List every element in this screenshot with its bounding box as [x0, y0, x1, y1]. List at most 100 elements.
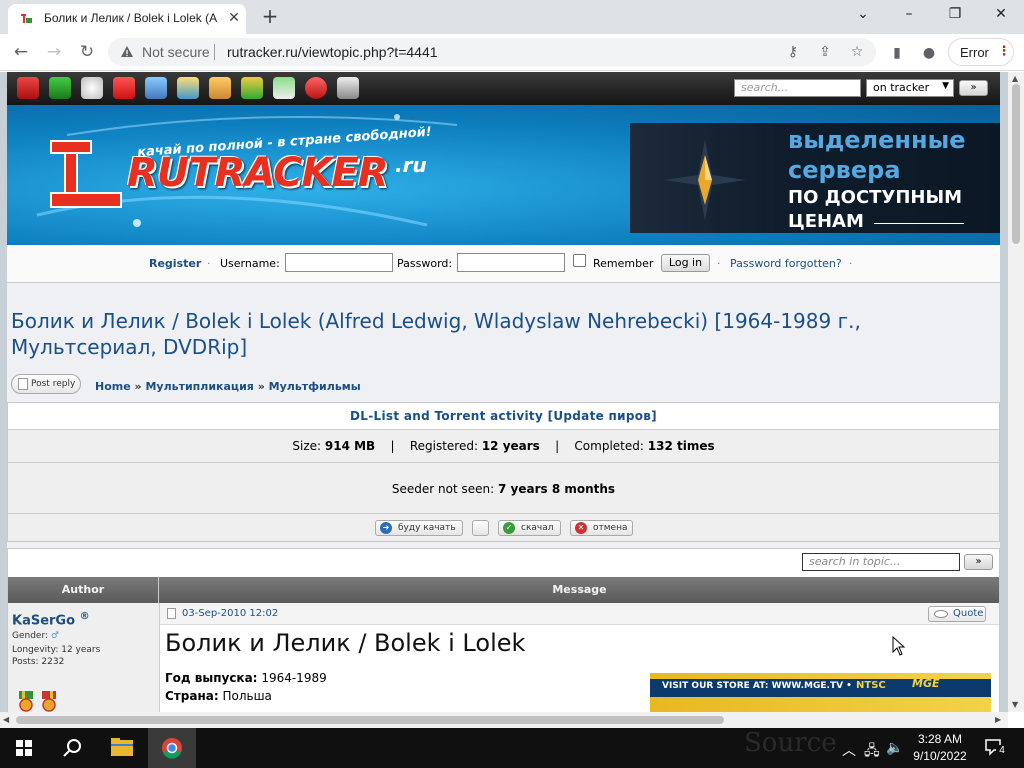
stats-bars-icon[interactable]: [241, 77, 263, 99]
post-country: Страна: Польша: [165, 689, 272, 703]
omnibox-separator: [214, 44, 215, 60]
profile-avatar-icon[interactable]: ●: [918, 42, 940, 64]
search-magnifier-icon[interactable]: [81, 77, 103, 99]
topic-search-input[interactable]: search in topic...: [802, 553, 960, 571]
add-user-icon[interactable]: [209, 77, 231, 99]
home-icon[interactable]: [17, 77, 39, 99]
register-link[interactable]: Register: [149, 257, 201, 270]
update-peers-link[interactable]: [Update пиров]: [548, 409, 657, 423]
breadcrumb-forum[interactable]: Мультфильмы: [269, 380, 361, 393]
topic-search-go-button[interactable]: »: [964, 554, 993, 570]
user-profile-icon[interactable]: [177, 77, 199, 99]
volume-icon[interactable]: 🔈: [886, 740, 903, 756]
heart-icon[interactable]: [305, 77, 327, 99]
scroll-down-arrow-icon[interactable]: ▼: [1012, 700, 1018, 709]
windows-start-icon[interactable]: [0, 728, 48, 768]
forward-button[interactable]: →: [41, 40, 67, 66]
seeder-value: 7 years 8 months: [498, 482, 616, 496]
clock[interactable]: 3:28 AM 9/10/2022: [906, 731, 974, 765]
scroll-up-arrow-icon[interactable]: ▲: [1012, 74, 1018, 83]
quote-label: Quote: [953, 608, 984, 619]
gender-label: Gender:: [12, 631, 49, 641]
not-secure-label[interactable]: Not secure: [142, 44, 210, 60]
will-download-button[interactable]: ➜ буду качать: [375, 520, 463, 536]
breadcrumb-separator: »: [134, 380, 146, 393]
back-button[interactable]: ←: [8, 40, 34, 66]
tab-search-chevron-icon[interactable]: ⌄: [840, 0, 886, 30]
search-scope-select[interactable]: on tracker ▼: [866, 79, 954, 97]
minimize-button[interactable]: –: [886, 0, 932, 30]
network-icon[interactable]: 🖧: [864, 740, 880, 764]
registered-label: Registered:: [409, 439, 478, 453]
download-arrow-icon[interactable]: [49, 77, 71, 99]
browser-toolbar: ← → ↻ Not secure rutracker.ru/viewtopic.…: [0, 34, 1024, 71]
new-tab-button[interactable]: +: [258, 5, 282, 29]
topic-title[interactable]: Болик и Лелик / Bolek i Lolek (Alfred Le…: [11, 308, 951, 360]
users-group-icon[interactable]: [145, 77, 167, 99]
scroll-left-arrow-icon[interactable]: ◀: [3, 715, 9, 724]
ad-line-1: выделенные: [788, 126, 966, 154]
remember-checkbox[interactable]: [573, 254, 586, 267]
site-banner: качай по полной - в стране свободной! RU…: [7, 105, 1000, 245]
restore-button[interactable]: ❐: [932, 0, 978, 30]
notification-center-button[interactable]: 4: [984, 738, 1008, 758]
close-window-button[interactable]: ✕: [978, 0, 1024, 30]
robot-icon[interactable]: [337, 77, 359, 99]
show-hidden-icons-chevron-icon[interactable]: ︿: [842, 740, 856, 760]
author-name[interactable]: KaSerGo ®: [12, 611, 90, 628]
post-date[interactable]: 03-Sep-2010 12:02: [182, 608, 278, 619]
browser-tab[interactable]: Болик и Лелик / Bolek i Lolek (A ✕: [8, 4, 246, 34]
forgot-password-link[interactable]: Password forgotten?: [730, 257, 842, 270]
site-search-input[interactable]: search...: [734, 79, 861, 97]
profile-error-button[interactable]: Error ⋮: [948, 38, 1014, 66]
address-bar[interactable]: Not secure rutracker.ru/viewtopic.php?t=…: [108, 38, 876, 66]
cancel-button[interactable]: ✕ отмена: [570, 520, 633, 536]
login-button[interactable]: Log in: [661, 254, 710, 272]
hand-stop-icon[interactable]: [113, 77, 135, 99]
post-cover-image[interactable]: VISIT OUR STORE AT: WWW.MGE.TV • NTSC MG…: [650, 673, 991, 712]
server-ad-banner[interactable]: выделенные сервера ПО ДОСТУПНЫМ ЦЕНАМ: [630, 123, 1000, 233]
password-input[interactable]: [457, 253, 565, 272]
share-icon[interactable]: ⇪: [816, 43, 834, 61]
horizontal-scroll-thumb[interactable]: [16, 716, 724, 724]
tab-close-icon[interactable]: ✕: [226, 10, 242, 26]
page: search... on tracker ▼ » качай по полной…: [7, 72, 1000, 712]
url-text[interactable]: rutracker.ru/viewtopic.php?t=4441: [227, 44, 438, 60]
cover-mge-logo: MGE: [912, 677, 940, 690]
horizontal-scrollbar[interactable]: ◀ ▶: [0, 712, 1008, 728]
page-viewport: search... on tracker ▼ » качай по полной…: [0, 72, 1008, 712]
post-reply-button[interactable]: Post reply: [11, 374, 81, 394]
stats-divider: |: [379, 439, 406, 453]
site-logo[interactable]: RUTRACKER: [127, 150, 389, 196]
breadcrumb: Home » Мультипликация » Мультфильмы: [95, 380, 361, 393]
site-search-go-button[interactable]: »: [959, 80, 988, 96]
menu-kebab-icon[interactable]: ⋮: [997, 42, 1011, 62]
side-panel-icon[interactable]: ▮: [886, 42, 908, 64]
dl-list-title[interactable]: DL-List and Torrent activity: [350, 409, 543, 423]
post-document-icon: [167, 608, 176, 619]
breadcrumb-separator: »: [257, 380, 269, 393]
breadcrumb-category[interactable]: Мультипликация: [145, 380, 253, 393]
bookmark-star-icon[interactable]: ☆: [848, 43, 866, 61]
basket-download-icon[interactable]: [273, 77, 295, 99]
breadcrumb-home[interactable]: Home: [95, 380, 131, 393]
file-explorer-icon[interactable]: [98, 728, 146, 768]
search-icon[interactable]: [48, 728, 96, 768]
blank-action-button[interactable]: [472, 520, 489, 536]
dl-list-header: DL-List and Torrent activity [Update пир…: [8, 403, 999, 430]
reload-button[interactable]: ↻: [74, 40, 100, 66]
username-label: Username:: [220, 257, 280, 270]
key-icon[interactable]: ⚷: [784, 43, 802, 61]
completed-label: Completed:: [574, 439, 644, 453]
username-input[interactable]: [285, 253, 393, 272]
chrome-icon[interactable]: [148, 728, 196, 768]
downloaded-button[interactable]: ✓ скачал: [498, 520, 561, 536]
compass-star-icon: [664, 139, 746, 221]
quote-button[interactable]: Quote: [928, 606, 986, 622]
size-value: 914 MB: [324, 439, 376, 453]
scroll-right-arrow-icon[interactable]: ▶: [995, 715, 1001, 724]
vertical-scrollbar[interactable]: ▲ ▼: [1008, 72, 1024, 712]
stats-divider: |: [543, 439, 571, 453]
site-top-bar: search... on tracker ▼ »: [7, 72, 1000, 105]
vertical-scroll-thumb[interactable]: [1012, 84, 1020, 244]
